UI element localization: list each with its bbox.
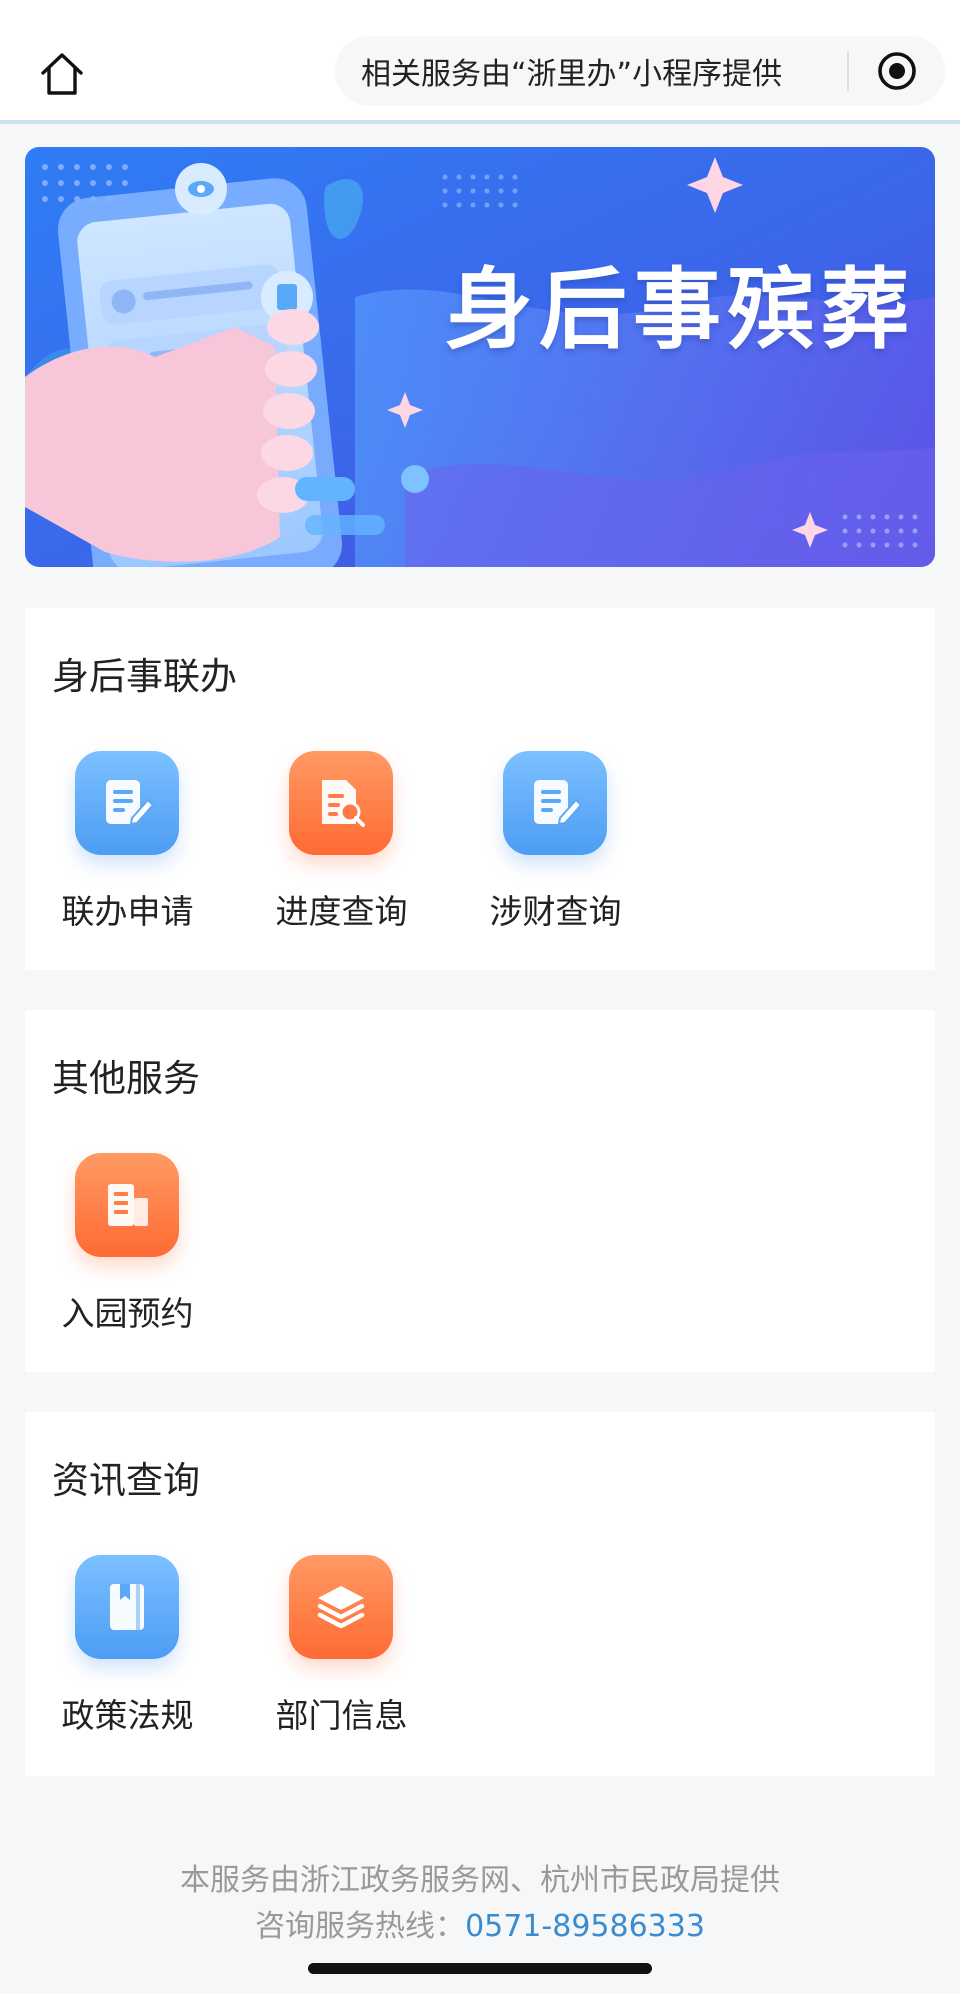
- home-button[interactable]: [36, 48, 88, 100]
- footer-hotline: 咨询服务热线：0571-89586333: [0, 1904, 960, 1950]
- mini-program-capsule: 相关服务由“浙里办”小程序提供: [335, 36, 945, 106]
- section-title: 资讯查询: [52, 1459, 200, 1502]
- close-mini-program-button[interactable]: [849, 36, 945, 106]
- building-icon: [75, 1153, 179, 1257]
- service-label: 入园预约: [61, 1294, 194, 1333]
- section-other-services: 其他服务 入园预约: [25, 1010, 935, 1372]
- service-label: 涉财查询: [489, 892, 622, 931]
- home-indicator[interactable]: [308, 1963, 652, 1974]
- service-joint-application[interactable]: 联办申请: [25, 751, 225, 941]
- hero-banner[interactable]: 身后事殡葬: [25, 147, 935, 567]
- footer-provider-text: 本服务由浙江政务服务网、杭州市民政局提供: [180, 1863, 780, 1898]
- section-title: 其他服务: [52, 1057, 200, 1100]
- edit-document-icon: [503, 751, 607, 855]
- service-label: 部门信息: [275, 1696, 408, 1735]
- target-icon: [878, 52, 916, 90]
- service-progress-query[interactable]: 进度查询: [239, 751, 439, 941]
- service-policies-regulations[interactable]: 政策法规: [25, 1555, 225, 1745]
- footer: 本服务由浙江政务服务网、杭州市民政局提供 咨询服务热线：0571-8958633…: [0, 1858, 960, 1950]
- service-label: 联办申请: [61, 892, 194, 931]
- section-title: 身后事联办: [52, 655, 237, 698]
- document-search-icon: [289, 751, 393, 855]
- edit-document-icon: [75, 751, 179, 855]
- capsule-text: 相关服务由“浙里办”小程序提供: [361, 57, 783, 92]
- layers-icon: [289, 1555, 393, 1659]
- banner-title: 身后事殡葬: [445, 258, 916, 361]
- service-department-info[interactable]: 部门信息: [239, 1555, 439, 1745]
- section-funeral-joint-service: 身后事联办 联办申请 进度查询 涉财查询: [25, 608, 935, 970]
- service-cemetery-reservation[interactable]: 入园预约: [25, 1153, 225, 1343]
- service-property-query[interactable]: 涉财查询: [453, 751, 653, 941]
- service-label: 政策法规: [61, 1696, 194, 1735]
- book-icon: [75, 1555, 179, 1659]
- service-label: 进度查询: [275, 892, 408, 931]
- top-bar: 相关服务由“浙里办”小程序提供: [0, 0, 960, 124]
- home-icon: [41, 53, 83, 95]
- hotline-label: 咨询服务热线：: [255, 1909, 466, 1944]
- section-information-query: 资讯查询 政策法规 部门信息: [25, 1412, 935, 1776]
- hotline-number-link[interactable]: 0571-89586333: [465, 1909, 705, 1944]
